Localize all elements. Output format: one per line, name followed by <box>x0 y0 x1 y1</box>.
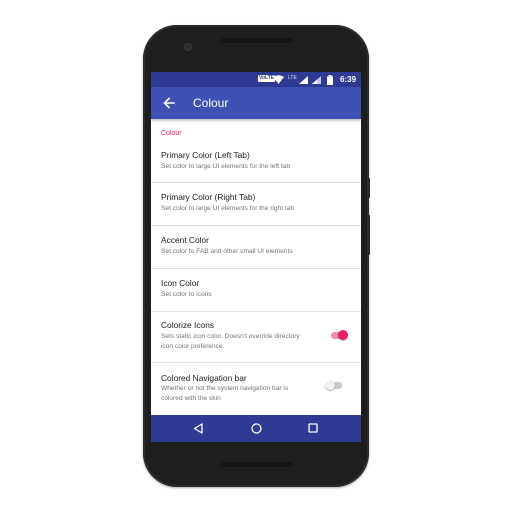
pref-accent-color[interactable]: Accent Color Set color to FAB and other … <box>151 226 361 269</box>
switch-thumb <box>325 380 335 390</box>
arrow-back-icon <box>163 97 175 109</box>
section-header-colour: Colour <box>161 130 182 137</box>
pref-colorize-icons[interactable]: Colorize Icons Sets static icon color. D… <box>151 312 361 363</box>
pref-colored-navigation-bar[interactable]: Colored Navigation bar Whether or not th… <box>151 363 361 418</box>
pref-title: Primary Color (Right Tab) <box>161 192 256 202</box>
colored-navigation-bar-switch[interactable] <box>325 379 343 393</box>
pref-title: Colored Navigation bar <box>161 373 247 383</box>
pref-title: Icon Color <box>161 278 200 288</box>
nav-home-button[interactable] <box>249 421 263 435</box>
nav-recents-button[interactable] <box>306 421 320 435</box>
power-button <box>367 178 370 198</box>
back-button[interactable] <box>157 91 181 115</box>
status-bar: VoLTE LTE 6:39 <box>151 72 361 87</box>
pref-summary: Sets static icon color. Doesn't override… <box>161 333 300 350</box>
status-clock: 6:39 <box>340 75 357 84</box>
top-speaker <box>221 38 293 43</box>
system-navigation-bar <box>151 415 361 442</box>
battery-icon <box>327 75 333 85</box>
nav-back-button[interactable] <box>191 421 205 435</box>
cell-signal-icon-2 <box>312 76 321 84</box>
pref-title: Colorize Icons <box>161 320 215 330</box>
app-toolbar: Colour <box>151 87 361 119</box>
pref-title: Primary Color (Left Tab) <box>161 150 250 160</box>
cell-signal-icon <box>299 76 308 84</box>
page-title: Colour <box>193 96 229 110</box>
pref-summary: Set color to icons <box>161 291 212 298</box>
switch-thumb <box>338 330 348 340</box>
nav-home-circle-icon <box>250 422 262 434</box>
pref-summary: Set color to large UI elements for the r… <box>161 205 295 212</box>
pref-summary: Set color to large UI elements for the l… <box>161 163 291 170</box>
network-type-label: LTE <box>288 75 297 81</box>
pref-summary: Set color to FAB and other small UI elem… <box>161 248 293 255</box>
pref-icon-color[interactable]: Icon Color Set color to icons <box>151 269 361 312</box>
nav-recents-square-icon <box>308 423 318 433</box>
pref-primary-color-right[interactable]: Primary Color (Right Tab) Set color to l… <box>151 183 361 226</box>
pref-primary-color-left[interactable]: Primary Color (Left Tab) Set color to la… <box>151 140 361 183</box>
pref-title: Accent Color <box>161 235 209 245</box>
volume-button <box>367 215 370 255</box>
colorize-icons-switch[interactable] <box>330 329 348 343</box>
nav-back-triangle-icon <box>193 422 203 434</box>
device-screen: VoLTE LTE 6:39 Colour Colour Primary Col… <box>151 72 361 442</box>
pref-summary: Whether or not the system navigation bar… <box>161 385 289 402</box>
front-camera <box>184 43 192 51</box>
bottom-speaker <box>221 462 293 467</box>
wifi-icon <box>273 75 284 84</box>
